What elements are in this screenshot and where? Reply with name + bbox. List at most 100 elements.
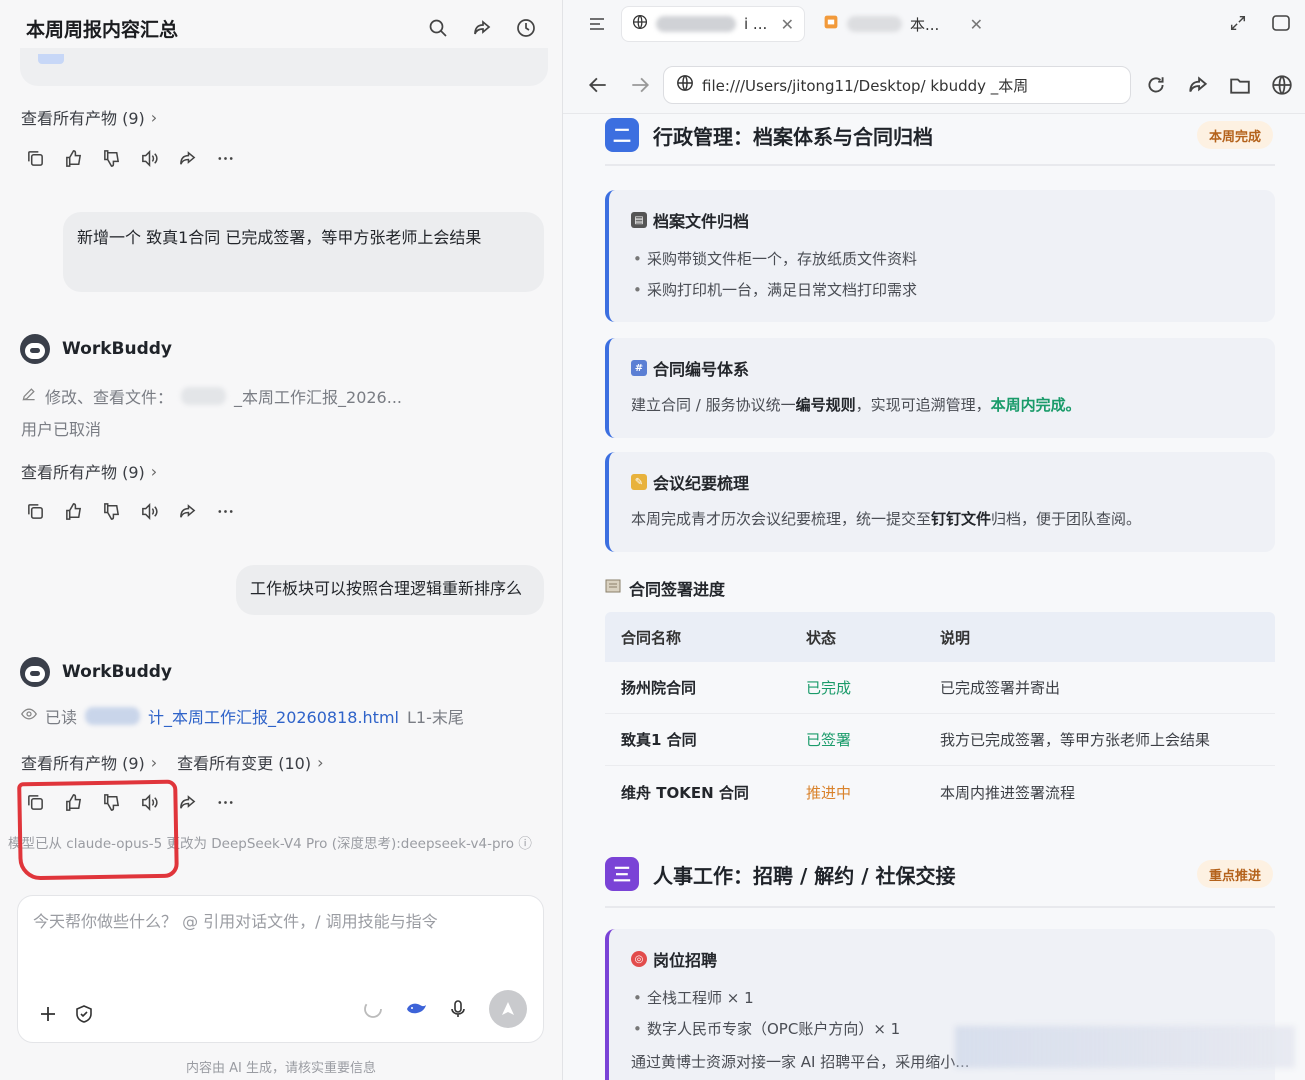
chat-panel: 本周周报内容汇总 查看所有产物 (9) › 新增一个 致真​​1合同 已完成签署，…	[0, 0, 563, 1080]
deepseek-whale-icon[interactable]	[405, 999, 427, 1019]
globe-icon	[676, 74, 694, 96]
section-number-badge: 二	[605, 118, 639, 152]
blurred-redaction	[85, 707, 141, 725]
close-icon[interactable]: ✕	[970, 15, 983, 34]
back-icon[interactable]	[587, 74, 609, 96]
edit-file-line: 修改、查看文件： _本周工作汇报_2026...	[21, 384, 402, 408]
url-text[interactable]: file:///Users/jitong11/Desktop/ kbuddy _…	[702, 75, 1028, 96]
tab-page-2[interactable]: 本... ✕	[813, 6, 993, 42]
window-icon[interactable]	[1271, 14, 1291, 36]
user-message-text: 工作板块可以按照合理逻辑重新排序么	[250, 579, 523, 598]
share-icon[interactable]	[472, 18, 492, 38]
loading-icon	[363, 999, 383, 1019]
card-text: 建立合同 / 服务协议统一编号规则，实现可追溯管理，本周内完成。	[631, 396, 1081, 414]
section-divider	[605, 906, 1275, 908]
speaker-icon[interactable]	[140, 149, 159, 168]
table-row: 扬州院合同 已完成 已完成签署并寄出	[605, 662, 1275, 714]
cabinet-icon: ▤	[631, 212, 647, 228]
reload-icon[interactable]	[1145, 74, 1167, 96]
chat-input-placeholder[interactable]: 今天帮你做些什么？ @ 引用对话文件，/ 调用技能与指令	[33, 908, 438, 932]
table-header-cell: 说明	[940, 628, 971, 647]
browser-panel: i ... ✕ 本... ✕ file:///Users/jitong11/De…	[563, 0, 1305, 1080]
read-label: 已读	[45, 708, 78, 727]
status-badge: 重点推进	[1196, 860, 1273, 888]
more-icon[interactable]	[216, 149, 235, 168]
address-bar[interactable]: file:///Users/jitong11/Desktop/ kbuddy _…	[663, 66, 1131, 104]
folder-icon[interactable]	[1229, 74, 1251, 96]
eye-icon	[21, 706, 37, 726]
view-artifacts-link[interactable]: 查看所有产物 (9) ›	[21, 105, 157, 129]
contract-name: 维舟 TOKEN 合同	[621, 783, 749, 802]
cancelled-status: 用户已取消	[21, 420, 102, 439]
contract-name: 致真​​1 合同	[621, 731, 697, 749]
chevron-right-icon: ›	[150, 461, 158, 481]
read-file-link[interactable]: 计_本周工作汇报_20260818.html	[148, 704, 399, 728]
forward-icon[interactable]	[178, 149, 197, 168]
view-artifacts-link[interactable]: 查看所有产物 (9) ›	[21, 459, 157, 483]
thumbs-up-icon[interactable]	[64, 149, 83, 168]
contract-status: 已签署	[806, 731, 852, 749]
tab-1-label: i ...	[744, 15, 768, 33]
section-title: 人事工作：招聘 / 解约 / 社保交接	[653, 863, 956, 888]
contract-status: 已完成	[806, 679, 852, 697]
contract-table: 合同名称 状态 说明 扬州院合同 已完成 已完成签署并寄出 致真​​1 合同 已…	[605, 612, 1275, 818]
ai-disclaimer: 内容由 AI 生成，请核实重要信息	[186, 1061, 376, 1076]
blurred-redaction	[181, 387, 227, 405]
history-icon[interactable]	[516, 18, 536, 38]
expand-icon[interactable]	[1229, 14, 1247, 36]
archive-card: ▤ 档案文件归档 采购带锁文件柜一个，存放纸质文件资料 采购打印机一台，满足日常文…	[605, 190, 1275, 322]
section-divider	[605, 164, 1275, 166]
card-text: 本周完成青才历次会议纪要梳理，统一提交至钉钉文件归档，便于团队查阅。	[631, 510, 1142, 528]
contract-note: 已完成签署并寄出	[940, 679, 1061, 697]
copy-icon[interactable]	[26, 149, 45, 168]
microphone-icon[interactable]	[449, 999, 467, 1019]
read-range: L1-末尾	[407, 708, 464, 727]
workbuddy-avatar	[20, 334, 50, 364]
user-message: 新增一个 致真​​1合同 已完成签署，等甲方张老师上会结果	[63, 212, 544, 292]
view-artifacts-label: 查看所有产物 (9)	[21, 463, 145, 482]
bot-name: WorkBuddy	[62, 339, 172, 359]
thumbs-up-icon[interactable]	[64, 502, 83, 521]
bot-name: WorkBuddy	[62, 662, 172, 682]
plus-icon[interactable]	[38, 1004, 58, 1024]
search-icon[interactable]	[428, 18, 448, 38]
edit-file-name[interactable]: _本周工作汇报_2026...	[234, 384, 402, 408]
blurred-watermark	[955, 1026, 1295, 1068]
workbuddy-avatar	[20, 657, 50, 687]
chevron-right-icon: ›	[317, 752, 324, 772]
blurred-redaction	[847, 16, 902, 32]
share-icon[interactable]	[1187, 74, 1209, 96]
forward-icon[interactable]	[178, 502, 197, 521]
section-title: 行政管理：档案体系与合同归档	[653, 124, 933, 149]
view-changes-link[interactable]: 查看所有变更 (10) ›	[177, 750, 323, 774]
memo-icon: ✎	[631, 474, 647, 490]
send-button[interactable]	[489, 990, 527, 1028]
globe-icon	[632, 14, 648, 34]
contract-note: 本周内推进签署流程	[940, 783, 1076, 802]
thumbs-down-icon[interactable]	[102, 502, 121, 521]
chat-input-box[interactable]: 今天帮你做些什么？ @ 引用对话文件，/ 调用技能与指令	[17, 895, 544, 1043]
meeting-minutes-card: ✎ 会议纪要梳理 本周完成青才历次会议纪要梳理，统一提交至钉钉文件归档，便于团队查…	[605, 452, 1275, 552]
list-item: 采购打印机一台，满足日常文档打印需求	[631, 275, 1253, 306]
thumbs-down-icon[interactable]	[102, 149, 121, 168]
more-icon[interactable]	[216, 502, 235, 521]
list-item: 采购带锁文件柜一个，存放纸质文件资料	[631, 244, 1253, 275]
speaker-icon[interactable]	[140, 502, 159, 521]
read-file-line: 已读 计_本周工作汇报_20260818.html L1-末尾	[21, 704, 464, 728]
forward-icon[interactable]	[178, 793, 197, 812]
copy-icon[interactable]	[26, 502, 45, 521]
chevron-right-icon: ›	[150, 752, 158, 772]
card-title: 档案文件归档	[653, 212, 750, 231]
more-icon[interactable]	[216, 793, 235, 812]
tab-page-1[interactable]: i ... ✕	[621, 6, 805, 42]
tab-bar: i ... ✕ 本... ✕	[563, 0, 1305, 52]
close-icon[interactable]: ✕	[781, 15, 794, 34]
forward-nav-icon[interactable]	[629, 74, 651, 96]
user-message: 工作板块可以按照合理逻辑重新排序么	[236, 565, 544, 615]
view-artifacts-link[interactable]: 查看所有产物 (9) ›	[21, 750, 157, 774]
red-annotation-box	[17, 779, 179, 881]
globe-icon[interactable]	[1271, 74, 1293, 96]
shield-icon[interactable]	[74, 1004, 94, 1024]
sidebar-toggle-icon[interactable]	[587, 14, 607, 38]
card-title: 合同编号体系	[653, 360, 750, 379]
